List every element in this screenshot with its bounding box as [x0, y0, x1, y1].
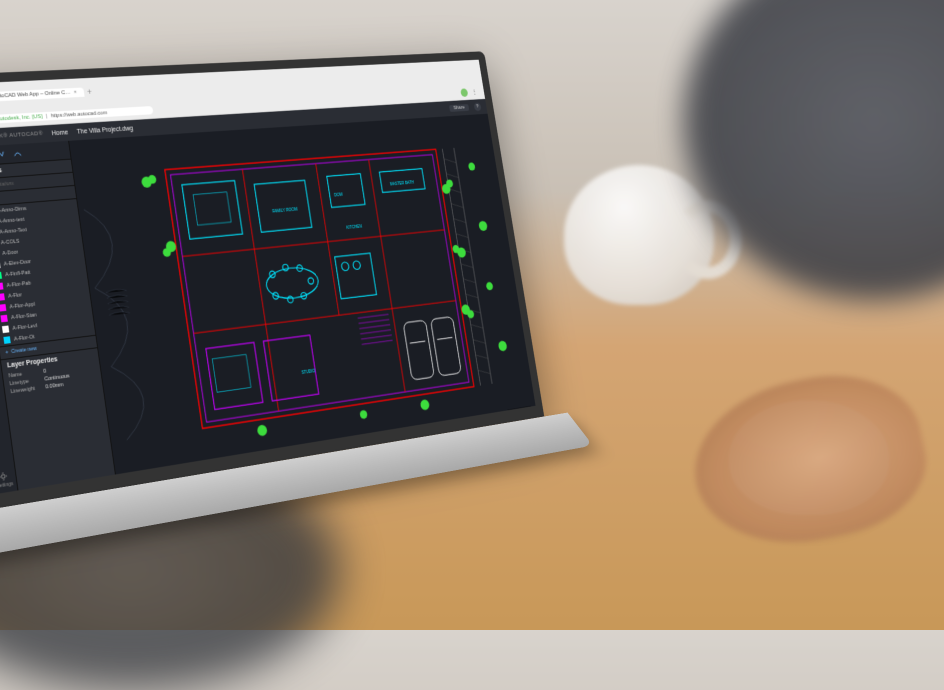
layer-name: A-Flor-Stan: [11, 312, 37, 321]
svg-text:FAMILY ROOM: FAMILY ROOM: [272, 207, 298, 214]
canvas-area: FAMILY ROOM DOM MASTER BATH KITCHEN STUD…: [69, 114, 536, 475]
layer-color-swatch[interactable]: [0, 283, 3, 290]
close-tab-icon[interactable]: ×: [73, 90, 77, 96]
browser-tab[interactable]: A AutoCAD Web App – Online C… ×: [0, 88, 84, 103]
user-hand: [680, 358, 938, 562]
share-button[interactable]: Share: [449, 104, 469, 112]
layer-name: A-Finfl-Patt: [5, 269, 31, 277]
brand-label: AUTODESK® AUTOCAD®: [0, 131, 43, 141]
layer-color-swatch[interactable]: [3, 336, 10, 344]
layer-name: A-Anno-Dims: [0, 206, 27, 214]
layer-name: A-Elev-Door: [3, 259, 31, 267]
property-value[interactable]: 0.00mm: [45, 382, 64, 390]
arc-tool-icon[interactable]: [13, 149, 22, 158]
layer-color-swatch[interactable]: [0, 304, 6, 312]
rail-item-settings[interactable]: Settings: [0, 470, 14, 490]
plus-icon: +: [5, 349, 9, 355]
svg-text:DOM: DOM: [334, 192, 343, 197]
layer-name: A-Flor-Appl: [9, 301, 35, 310]
svg-text:KITCHEN: KITCHEN: [346, 224, 362, 230]
new-tab-button[interactable]: +: [87, 87, 93, 96]
file-name: The Villa Project.dwg: [76, 125, 133, 135]
layer-name: A-Flor: [8, 292, 22, 299]
browser-menu-icon[interactable]: ⋮: [471, 88, 478, 96]
layer-name: A-Flor-Pab: [6, 280, 31, 288]
layer-color-swatch[interactable]: [0, 261, 1, 268]
property-value[interactable]: 0: [43, 369, 47, 375]
search-placeholder: Annotations: [0, 181, 14, 189]
layer-name: A-Door: [2, 249, 19, 256]
laptop: A AutoCAD Web App – Online C… × + ‹ › ⟳ …: [0, 51, 550, 550]
home-link[interactable]: Home: [51, 129, 68, 137]
layer-name: A-Anno-text: [0, 216, 25, 224]
layer-color-swatch[interactable]: [0, 315, 7, 323]
layer-color-swatch[interactable]: [0, 272, 2, 279]
secure-label: Autodesk, Inc. [US]: [0, 114, 43, 122]
tab-title: AutoCAD Web App – Online C…: [0, 90, 71, 100]
svg-text:MASTER BATH: MASTER BATH: [390, 180, 415, 186]
profile-avatar[interactable]: [460, 88, 468, 97]
layer-name: A-COLS: [0, 238, 19, 246]
help-button[interactable]: ?: [473, 103, 481, 112]
coffee-mug: [564, 165, 714, 305]
layer-color-swatch[interactable]: [2, 325, 9, 333]
svg-text:STUDIO: STUDIO: [301, 369, 316, 376]
layer-name: A-Anno-Text: [0, 227, 27, 235]
polyline-tool-icon[interactable]: [0, 150, 5, 159]
layer-color-swatch[interactable]: [0, 293, 5, 301]
url-text: https://web.autocad.com: [50, 110, 107, 119]
gear-icon: [0, 471, 9, 483]
layer-name: A-Flor-Ot: [14, 334, 35, 342]
layer-name: A-Flor-Levl: [12, 323, 37, 332]
